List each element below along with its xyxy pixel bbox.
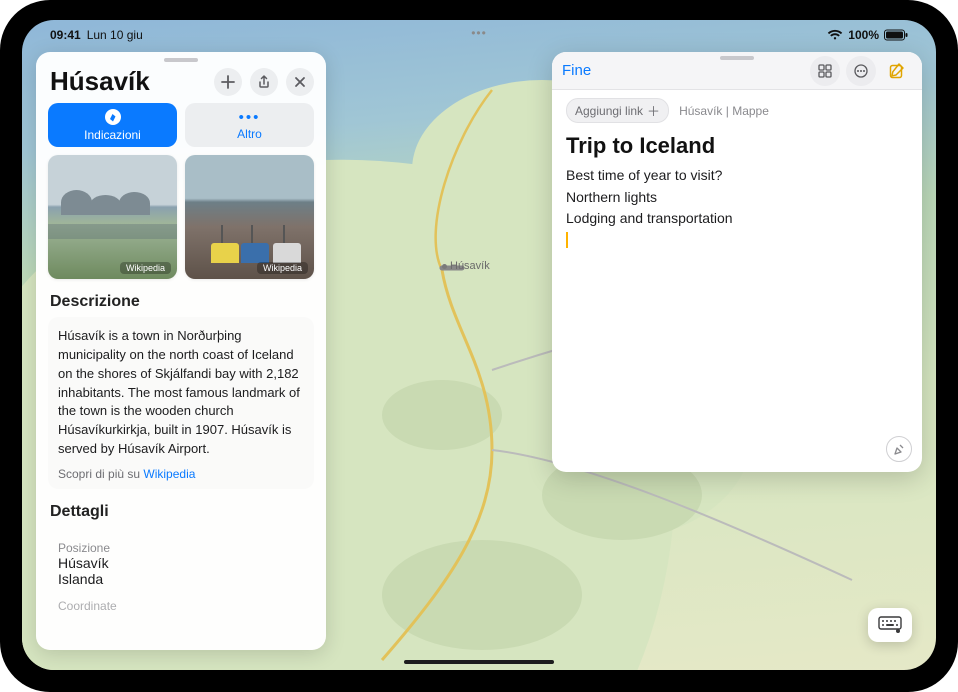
ipad-frame: Húsavík 09:41 Lun 10 giu 100% ••• [0,0,958,692]
note-body[interactable]: Trip to Iceland Best time of year to vis… [552,127,922,252]
position-value: Húsavík [58,555,304,571]
place-photo[interactable]: Wikipedia [185,155,314,279]
wifi-icon [827,29,843,41]
position-label: Posizione [58,541,304,555]
description-heading: Descrizione [36,279,326,317]
notes-toolbar: Fine [552,52,922,90]
status-time: 09:41 [50,28,81,42]
place-title: Húsavík [50,66,150,97]
handwriting-button[interactable] [886,436,912,462]
note-title: Trip to Iceland [566,133,908,159]
more-options-button[interactable] [846,56,876,86]
more-icon: ••• [239,110,261,125]
learn-more-prefix: Scopri di più su [58,467,143,481]
directions-icon [104,108,122,126]
plus-icon: ＋ [647,101,660,120]
multitask-dots-icon[interactable]: ••• [471,26,487,40]
add-link-chip[interactable]: Aggiungi link ＋ [566,98,669,123]
text-cursor [566,232,568,248]
learn-more[interactable]: Scopri di più su Wikipedia [58,467,304,481]
map-terrain [382,380,502,450]
drag-handle[interactable] [164,58,198,62]
directions-button[interactable]: Indicazioni [48,103,177,147]
screen: Húsavík 09:41 Lun 10 giu 100% ••• [22,20,936,670]
note-line: Northern lights [566,187,908,209]
details-box: Posizione Húsavík Islanda Coordinate [48,533,314,613]
details-heading: Dettagli [36,489,326,527]
battery-icon [884,29,908,41]
maps-place-card: Húsavík I [36,52,326,650]
done-button[interactable]: Fine [562,62,591,79]
close-button[interactable] [286,68,314,96]
note-breadcrumb[interactable]: Húsavík | Mappe [679,104,769,118]
map-place-text: Húsavík [450,260,490,272]
add-button[interactable] [214,68,242,96]
keyboard-button[interactable] [868,608,912,642]
map-terrain [382,540,582,650]
coordinate-label: Coordinate [58,599,304,613]
description-text: Húsavík is a town in Norðurþing municipa… [58,327,304,459]
status-battery-pct: 100% [848,28,879,42]
photo-source: Wikipedia [120,262,171,274]
position-value: Islanda [58,571,304,587]
learn-more-link: Wikipedia [143,467,195,481]
compose-button[interactable] [882,56,912,86]
add-link-label: Aggiungi link [575,104,643,118]
photo-source: Wikipedia [257,262,308,274]
notes-panel: Fine Aggiungi link ＋ [552,52,922,472]
gallery-view-button[interactable] [810,56,840,86]
home-indicator[interactable] [404,660,554,664]
status-date: Lun 10 giu [87,28,143,42]
place-photo[interactable]: Wikipedia [48,155,177,279]
more-button[interactable]: ••• Altro [185,103,314,147]
directions-label: Indicazioni [84,128,141,142]
more-label: Altro [237,127,262,141]
description-box: Húsavík is a town in Norðurþing municipa… [48,317,314,489]
share-button[interactable] [250,68,278,96]
note-line: Best time of year to visit? [566,165,908,187]
drag-handle[interactable] [720,56,754,60]
note-line: Lodging and transportation [566,208,908,230]
map-place-label[interactable]: Húsavík [442,260,490,272]
